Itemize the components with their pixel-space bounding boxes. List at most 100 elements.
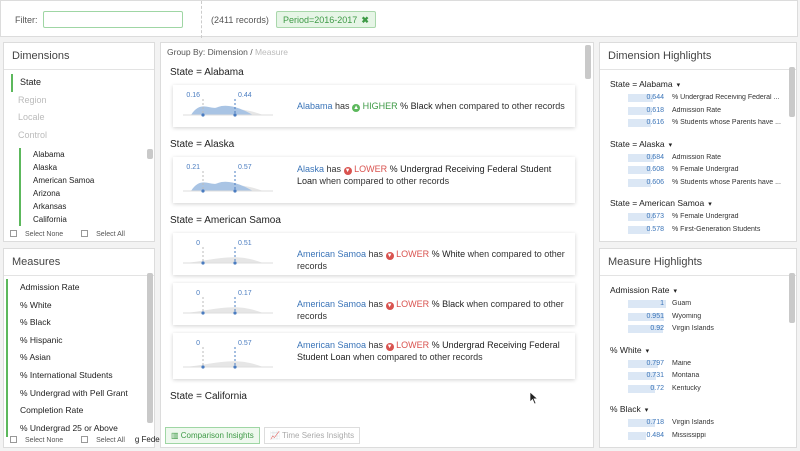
insight-has: has	[335, 101, 350, 111]
group-title: State = American Samoa	[610, 198, 705, 208]
close-icon[interactable]: ✖	[361, 15, 369, 25]
state-value-item[interactable]: California	[33, 213, 154, 226]
highlight-group-header[interactable]: State = Alabama ▾	[600, 70, 796, 92]
select-none-control[interactable]: Select None	[10, 230, 71, 238]
dimension-item-locale[interactable]: Locale	[4, 109, 154, 127]
direction-label: LOWER	[354, 164, 388, 174]
state-value-item[interactable]: Arizona	[33, 187, 154, 200]
state-value-item[interactable]: Alabama	[33, 148, 154, 161]
insight-card[interactable]: 0 0.57 American Samoa has ▼ LOWER % Underg…	[173, 333, 575, 379]
group-by-dimension[interactable]: Dimension	[208, 47, 248, 57]
select-none-label: Select None	[25, 231, 64, 238]
highlight-value: 0.618	[646, 106, 664, 114]
highlight-row[interactable]: 0.616 % Students whose Parents have ...	[600, 117, 796, 130]
highlight-value: 0.644	[646, 94, 664, 101]
scrollbar[interactable]	[585, 45, 591, 79]
state-link[interactable]: American Samoa	[297, 299, 366, 309]
select-all-control[interactable]: Select All	[81, 230, 133, 238]
measure-item[interactable]: % Undergrad with Pell Grant	[6, 384, 154, 403]
highlight-label: Wyoming	[672, 312, 702, 320]
highlight-row[interactable]: 0.92 Virgin Islands	[600, 323, 796, 336]
group-by-bar: Group By: Dimension / Measure	[161, 43, 593, 61]
highlight-row[interactable]: 0.578 % First-Generation Students	[600, 224, 796, 237]
highlight-row[interactable]: 0.484 Mississippi	[600, 430, 796, 443]
filter-input[interactable]	[43, 11, 183, 28]
state-link[interactable]: Alabama	[297, 101, 333, 111]
measure-highlights-panel: Measure Highlights Admission Rate ▾ 1 Guam 0…	[599, 248, 797, 448]
section-title: State = American Samoa	[170, 215, 281, 226]
scrollbar[interactable]	[789, 67, 795, 117]
scrollbar[interactable]	[147, 149, 153, 159]
dimension-item-control[interactable]: Control	[4, 127, 154, 145]
left-value-label: 0	[196, 340, 200, 347]
chevron-down-icon[interactable]: ▾	[677, 82, 681, 89]
filter-label: Filter:	[15, 15, 38, 25]
highlight-row[interactable]: 0.72 Kentucky	[600, 383, 796, 396]
left-marker-dot	[201, 365, 205, 369]
selection-controls: Select None Select All g Feder...	[10, 435, 177, 444]
scrollbar[interactable]	[789, 273, 795, 323]
highlight-row[interactable]: 0.951 Wyoming	[600, 311, 796, 324]
tab-time-series-insights[interactable]: 📈 Time Series Insights	[263, 427, 361, 444]
direction-label: LOWER	[396, 299, 430, 309]
highlight-label: % Undergrad Receiving Federal ...	[672, 94, 780, 101]
measure-item[interactable]: Completion Rate	[6, 402, 154, 420]
tab-comparison-insights[interactable]: ▥ Comparison Insights	[165, 427, 260, 444]
highlight-row[interactable]: 0.644 % Undergrad Receiving Federal ...	[600, 92, 796, 105]
measure-item[interactable]: Admission Rate	[6, 279, 154, 297]
dimension-item-region[interactable]: Region	[4, 92, 154, 110]
highlight-group-header[interactable]: Admission Rate ▾	[600, 276, 796, 298]
highlight-group-header[interactable]: State = American Samoa ▾	[600, 189, 796, 211]
state-link[interactable]: American Samoa	[297, 249, 366, 259]
chevron-down-icon[interactable]: ▾	[708, 201, 712, 208]
chevron-down-icon[interactable]: ▾	[646, 348, 650, 355]
measure-item[interactable]: % Black	[6, 314, 154, 332]
scrollbar[interactable]	[147, 273, 153, 423]
highlight-group-header[interactable]: % Black ▾	[600, 395, 796, 417]
highlight-group-header[interactable]: % White ▾	[600, 336, 796, 358]
distribution-chart: 0.21 0.57	[183, 164, 273, 193]
insight-card[interactable]: 0.21 0.57 Alaska has ▼ LOWER % Undergrad R…	[173, 157, 575, 203]
down-arrow-icon: ▼	[385, 302, 394, 310]
highlight-label: Admission Rate	[672, 153, 722, 161]
highlight-row[interactable]: 0.718 Virgin Islands	[600, 417, 796, 430]
dimension-item-state[interactable]: State	[11, 74, 154, 92]
measure-item[interactable]: % International Students	[6, 366, 154, 385]
select-none-control[interactable]: Select None	[10, 436, 71, 444]
right-marker-dot	[233, 311, 237, 315]
checkbox-icon	[81, 436, 89, 443]
state-link[interactable]: Alaska	[297, 164, 324, 174]
section-title: State = Alabama	[170, 67, 244, 78]
highlight-row[interactable]: 0.673 % Female Undergrad	[600, 211, 796, 224]
highlight-value: 0.951	[646, 312, 664, 320]
chevron-down-icon[interactable]: ▾	[645, 407, 649, 414]
chevron-down-icon[interactable]: ▾	[674, 288, 678, 295]
select-all-control[interactable]: Select All	[81, 436, 133, 444]
highlight-row[interactable]: 1 Guam	[600, 298, 796, 311]
measure-item[interactable]: % Hispanic	[6, 331, 154, 350]
highlight-row[interactable]: 0.731 Montana	[600, 370, 796, 383]
selection-controls: Select None Select All	[10, 230, 141, 238]
measure-item[interactable]: % Asian	[6, 349, 154, 367]
right-value-label: 0.57	[238, 340, 252, 347]
state-value-item[interactable]: American Samoa	[33, 174, 154, 187]
chevron-down-icon[interactable]: ▾	[669, 142, 673, 149]
highlight-row[interactable]: 0.797 Maine	[600, 358, 796, 371]
insight-card[interactable]: 0.16 0.44 Alabama has ▲ HIGHER % Black whe…	[173, 85, 575, 127]
highlight-label: Guam	[672, 300, 692, 307]
insight-card[interactable]: 0 0.51 American Samoa has ▼ LOWER % White …	[173, 233, 575, 275]
measure-item[interactable]: % White	[6, 296, 154, 315]
state-link[interactable]: American Samoa	[297, 340, 366, 350]
highlight-row[interactable]: 0.618 Admission Rate	[600, 105, 796, 118]
distribution-chart: 0 0.57	[183, 340, 273, 369]
highlight-row[interactable]: 0.608 % Female Undergrad	[600, 164, 796, 177]
highlight-row[interactable]: 0.684 Admission Rate	[600, 152, 796, 165]
state-value-item[interactable]: Alaska	[33, 161, 154, 174]
highlight-group-header[interactable]: State = Alaska ▾	[600, 130, 796, 152]
down-arrow-icon: ▼	[385, 252, 394, 260]
state-value-item[interactable]: Arkansas	[33, 200, 154, 213]
group-by-measure[interactable]: Measure	[255, 47, 288, 57]
highlight-row[interactable]: 0.606 % Students whose Parents have ...	[600, 177, 796, 190]
insight-card[interactable]: 0 0.17 American Samoa has ▼ LOWER % Black …	[173, 283, 575, 325]
period-filter-chip[interactable]: Period=2016-2017 ✖	[276, 11, 376, 28]
